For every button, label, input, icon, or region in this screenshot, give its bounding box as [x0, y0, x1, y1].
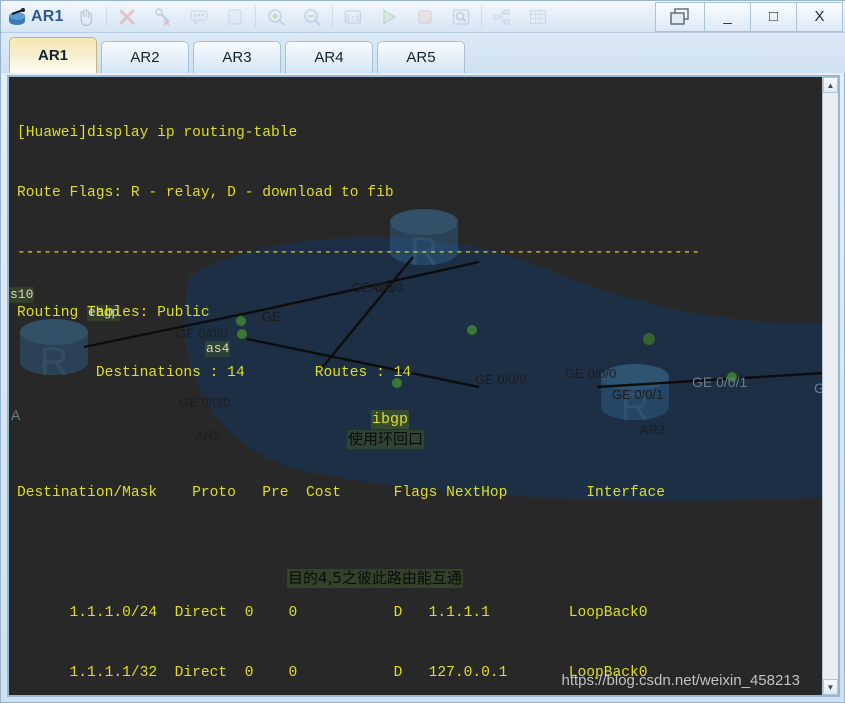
terminal-line: Route Flags: R - relay, D - download to …: [17, 185, 394, 201]
minimize-button[interactable]: _: [704, 1, 750, 32]
actual-size-1-1-icon[interactable]: 1:1: [335, 3, 371, 31]
zoom-out-icon[interactable]: [294, 3, 330, 31]
stop-icon[interactable]: [407, 3, 443, 31]
terminal-vertical-scrollbar[interactable]: ▲ ▼: [822, 77, 838, 695]
terminal-line: Routing Tables: Public: [17, 305, 210, 321]
topology-tree-icon[interactable]: [484, 3, 520, 31]
tab-ar5[interactable]: AR5: [377, 41, 465, 73]
blank-page-icon[interactable]: [217, 3, 253, 31]
annotation-mutual-route: 目的4,5之彼此路由能互通: [287, 569, 463, 588]
window-title: AR1: [31, 7, 64, 25]
terminal-console[interactable]: R R R AR1 AR2 AR3 GE 0/0/0 GE 0/0/0 GE G…: [7, 75, 840, 697]
toolbar: 1:1: [68, 1, 655, 33]
toolbar-separator: [331, 5, 333, 28]
device-tab-strip: AR1 AR2 AR3 AR4 AR5: [1, 33, 845, 73]
hand-pan-icon[interactable]: [68, 3, 104, 31]
play-start-icon[interactable]: [371, 3, 407, 31]
terminal-line: Destination/Mask Proto Pre Cost Flags Ne…: [17, 485, 666, 501]
tab-ar4[interactable]: AR4: [285, 41, 373, 73]
toolbar-separator: [105, 5, 107, 28]
title-bar: AR1 1:1 _ □ X: [1, 1, 845, 33]
zoom-in-icon[interactable]: [258, 3, 294, 31]
search-magnifier-icon[interactable]: [443, 3, 479, 31]
terminal-line: ----------------------------------------…: [17, 245, 701, 261]
svg-text:1:1: 1:1: [345, 14, 360, 23]
tab-label: AR4: [314, 49, 344, 66]
scroll-up-icon[interactable]: ▲: [823, 77, 838, 93]
annotation-use-loopback: 使用环回口: [347, 430, 425, 449]
scroll-down-icon[interactable]: ▼: [823, 679, 838, 695]
annotation-ibgp: ibgp: [371, 410, 410, 429]
tab-ar1[interactable]: AR1: [9, 37, 97, 73]
router-icon: [7, 6, 29, 28]
window-controls: _ □ X: [655, 1, 843, 32]
tab-label: AR5: [406, 49, 436, 66]
close-button[interactable]: X: [796, 1, 843, 32]
tab-ar3[interactable]: AR3: [193, 41, 281, 73]
terminal-output: [Huawei]display ip routing-table Route F…: [17, 83, 822, 695]
terminal-line: [Huawei]display ip routing-table: [17, 125, 298, 141]
tab-label: AR2: [130, 49, 160, 66]
maximize-button[interactable]: □: [750, 1, 796, 32]
terminal-line: Destinations : 14 Routes : 14: [17, 365, 412, 381]
toolbar-separator: [254, 5, 256, 28]
terminal-viewport[interactable]: R R R AR1 AR2 AR3 GE 0/0/0 GE 0/0/0 GE G…: [9, 77, 822, 695]
tab-ar2[interactable]: AR2: [101, 41, 189, 73]
grid-table-icon[interactable]: [520, 3, 556, 31]
tab-label: AR1: [37, 47, 68, 64]
ellipsis-bubble-icon[interactable]: [181, 3, 217, 31]
emulator-window: AR1 1:1 _ □ X AR1 AR2 AR3 AR4 AR5 R R R …: [0, 0, 845, 703]
toolbar-separator: [480, 5, 482, 28]
tab-label: AR3: [222, 49, 252, 66]
terminal-line: 1.1.1.0/24 Direct 0 0 D 1.1.1.1 LoopBack…: [17, 605, 648, 621]
wrench-delete-icon[interactable]: [145, 3, 181, 31]
restore-window-icon[interactable]: [655, 1, 704, 32]
blog-watermark: https://blog.csdn.net/weixin_458213: [561, 672, 801, 689]
delete-x-icon[interactable]: [109, 3, 145, 31]
